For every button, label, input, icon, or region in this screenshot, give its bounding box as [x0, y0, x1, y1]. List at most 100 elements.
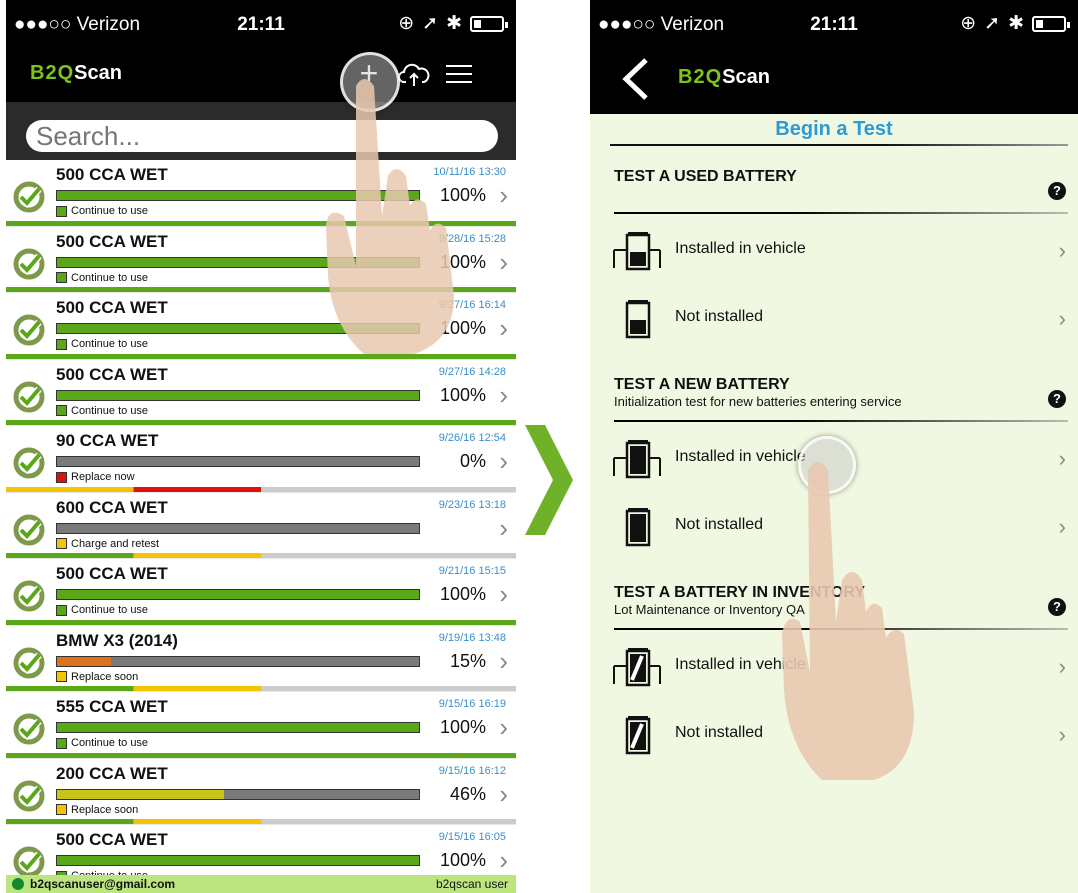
- back-chevron-icon[interactable]: [620, 56, 652, 102]
- test-date: 9/15/16 16:19: [438, 698, 506, 710]
- chevron-right-icon[interactable]: ›: [499, 781, 508, 807]
- test-date: 9/26/16 12:54: [438, 432, 506, 444]
- status-swatch: [56, 671, 67, 682]
- status-label: Continue to use: [56, 604, 148, 616]
- battery-name: 200 CCA WET: [56, 763, 168, 783]
- bluetooth-icon: ✱: [446, 13, 462, 34]
- battery-in-vehicle-icon: [613, 648, 661, 687]
- battery-name: 500 CCA WET: [56, 830, 168, 849]
- chevron-right-icon[interactable]: ›: [1059, 306, 1066, 332]
- health-percent: 0%: [459, 451, 486, 471]
- battery-icon: [625, 300, 651, 339]
- check-refresh-icon: [13, 846, 45, 875]
- check-refresh-icon: [13, 314, 45, 346]
- transition-arrow-icon: [525, 425, 573, 535]
- test-result-row[interactable]: 500 CCA WET 9/15/16 16:05 100% › Continu…: [6, 825, 516, 875]
- health-percent: 100%: [439, 717, 486, 737]
- status-text: Replace soon: [71, 803, 139, 816]
- health-bar: [56, 855, 420, 866]
- status-bar: ●●●○○ Verizon 21:11 ⊕ ➚ ✱: [6, 0, 516, 48]
- group-title: TEST A NEW BATTERY: [614, 376, 790, 393]
- option-label: Not installed: [675, 308, 764, 325]
- check-refresh-icon: [13, 181, 45, 213]
- status-swatch: [56, 205, 67, 217]
- bluetooth-icon: ✱: [1008, 13, 1024, 34]
- test-result-row[interactable]: 90 CCA WET 9/26/16 12:54 0% › Replace no…: [6, 426, 516, 493]
- battery-in-vehicle-icon: [613, 232, 661, 271]
- lock-rotation-icon: ⊕: [398, 13, 415, 34]
- battery-name: 500 CCA WET: [56, 231, 168, 251]
- status-label: Continue to use: [56, 737, 148, 749]
- test-result-row[interactable]: 600 CCA WET 9/23/16 13:18 › Charge and r…: [6, 492, 516, 559]
- status-stripe: [6, 420, 516, 425]
- check-refresh-icon: [13, 381, 45, 412]
- status-label: Continue to use: [56, 205, 148, 217]
- health-percent: 100%: [439, 384, 486, 405]
- status-text: Replace now: [71, 471, 135, 483]
- status-swatch: [56, 338, 67, 350]
- chevron-right-icon[interactable]: ›: [499, 315, 508, 341]
- status-text: Continue to use: [71, 737, 149, 749]
- battery-name: 500 CCA WET: [56, 165, 168, 184]
- chevron-right-icon[interactable]: ›: [499, 448, 508, 474]
- location-icon: ➚: [984, 13, 1001, 34]
- online-status-icon: [12, 878, 24, 890]
- chevron-right-icon[interactable]: ›: [1059, 446, 1066, 472]
- status-swatch: [56, 804, 67, 815]
- test-date: 9/19/16 13:48: [438, 631, 506, 644]
- chevron-right-icon[interactable]: ›: [499, 847, 508, 873]
- health-bar: [56, 722, 420, 733]
- test-result-row[interactable]: BMW X3 (2014) 9/19/16 13:48 15% › Replac…: [6, 625, 516, 692]
- check-refresh-icon: [13, 713, 45, 745]
- health-percent: 46%: [449, 783, 486, 804]
- health-bar-fill: [57, 390, 419, 400]
- help-icon[interactable]: ?: [1048, 182, 1066, 200]
- account-user: b2qscan user: [435, 877, 508, 891]
- group-subtitle: Initialization test for new batteries en…: [614, 394, 902, 409]
- battery-name: 600 CCA WET: [56, 497, 168, 517]
- status-text: Replace soon: [71, 670, 139, 683]
- test-result-row[interactable]: 500 CCA WET 9/21/16 15:15 100% › Continu…: [6, 559, 516, 626]
- health-percent: 100%: [439, 850, 486, 870]
- chevron-right-icon[interactable]: ›: [1059, 238, 1066, 264]
- left-phone-screen: ●●●○○ Verizon 21:11 ⊕ ➚ ✱ B2QScan + 500 …: [6, 0, 516, 893]
- page-title: Begin a Test: [775, 118, 893, 140]
- chevron-right-icon[interactable]: ›: [499, 648, 508, 674]
- test-result-row[interactable]: 555 CCA WET 9/15/16 16:19 100% › Continu…: [6, 692, 516, 759]
- chevron-right-icon[interactable]: ›: [499, 382, 508, 408]
- chevron-right-icon[interactable]: ›: [1059, 722, 1066, 748]
- test-date: 9/15/16 16:12: [438, 764, 506, 777]
- chevron-right-icon[interactable]: ›: [1059, 654, 1066, 680]
- test-result-row[interactable]: 200 CCA WET 9/15/16 16:12 46% › Replace …: [6, 758, 516, 825]
- chevron-right-icon[interactable]: ›: [499, 249, 508, 275]
- chevron-right-icon[interactable]: ›: [499, 714, 508, 740]
- option-installed-in-vehicle[interactable]: Installed in vehicle ›: [590, 220, 1078, 280]
- chevron-right-icon[interactable]: ›: [1059, 514, 1066, 540]
- status-label: Continue to use: [56, 338, 148, 350]
- test-date: 9/27/16 14:28: [438, 365, 506, 378]
- status-icons: ⊕ ➚ ✱: [398, 12, 508, 35]
- status-label: Charge and retest: [56, 538, 159, 550]
- battery-icon: [1032, 15, 1070, 32]
- status-stripe: [6, 686, 516, 691]
- chevron-right-icon[interactable]: ›: [499, 581, 508, 607]
- help-icon[interactable]: ?: [1048, 598, 1066, 616]
- status-swatch: [56, 272, 67, 283]
- status-swatch: [56, 604, 67, 616]
- health-bar-fill: [57, 590, 419, 599]
- chevron-right-icon[interactable]: ›: [499, 515, 508, 541]
- battery-icon: [625, 508, 651, 547]
- chevron-right-icon[interactable]: ›: [499, 182, 508, 208]
- option-label: Not installed: [675, 724, 764, 741]
- health-bar: [56, 456, 420, 467]
- option-not-installed[interactable]: Not installed ›: [590, 288, 1078, 348]
- status-stripe: [6, 553, 516, 558]
- status-label: Continue to use: [56, 272, 148, 284]
- health-percent: 100%: [439, 584, 486, 604]
- test-result-row[interactable]: 500 CCA WET 9/27/16 14:28 100% › Continu…: [6, 359, 516, 426]
- battery-name: 90 CCA WET: [56, 431, 159, 450]
- health-percent: 15%: [449, 650, 486, 671]
- group-title: TEST A USED BATTERY: [614, 168, 797, 185]
- health-bar-fill: [57, 789, 224, 799]
- help-icon[interactable]: ?: [1048, 390, 1066, 408]
